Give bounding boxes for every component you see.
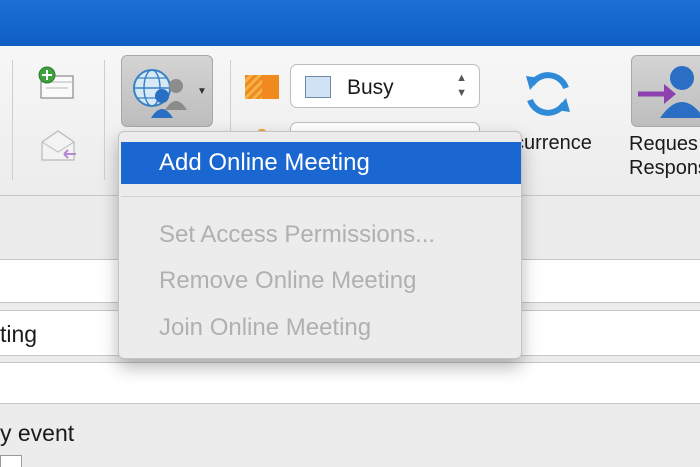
envelope-plus-icon[interactable] (36, 66, 78, 100)
recurrence-label[interactable]: currence (514, 132, 592, 155)
request-responses-label[interactable]: Reques Respons (629, 132, 700, 180)
all-day-checkbox[interactable] (0, 455, 22, 467)
request-label-line2: Respons (629, 157, 700, 179)
envelope-forward-icon[interactable] (38, 128, 80, 164)
globe-people-icon (133, 69, 187, 118)
menu-item-remove-online-meeting[interactable]: Remove Online Meeting (121, 260, 521, 302)
window-title-bar (0, 0, 700, 46)
chevron-down-icon: ▼ (197, 86, 207, 97)
menu-item-join-online-meeting[interactable]: Join Online Meeting (121, 307, 521, 349)
show-as-value: Busy (347, 76, 394, 99)
online-meeting-button[interactable]: ▼ (121, 55, 213, 127)
menu-separator (121, 196, 521, 197)
toolbar-divider (12, 60, 13, 180)
person-arrow-icon (638, 66, 700, 118)
stepper-arrows-icon: ▲ ▼ (456, 72, 467, 99)
show-as-select[interactable]: Busy ▲ ▼ (290, 64, 480, 108)
menu-item-add-online-meeting[interactable]: Add Online Meeting (121, 142, 521, 184)
time-field[interactable] (0, 362, 700, 404)
toolbar-divider (104, 60, 105, 180)
status-swatch (305, 76, 331, 98)
refresh-cycle-icon[interactable] (520, 66, 576, 122)
online-meeting-menu: Add Online Meeting Set Access Permission… (118, 131, 522, 359)
request-label-line1: Reques (629, 133, 698, 155)
striped-block-icon (244, 72, 280, 102)
menu-item-set-access-permissions[interactable]: Set Access Permissions... (121, 214, 521, 256)
location-value: ting (0, 321, 38, 347)
request-responses-button[interactable] (631, 55, 700, 127)
all-day-event-label: y event (0, 420, 75, 446)
